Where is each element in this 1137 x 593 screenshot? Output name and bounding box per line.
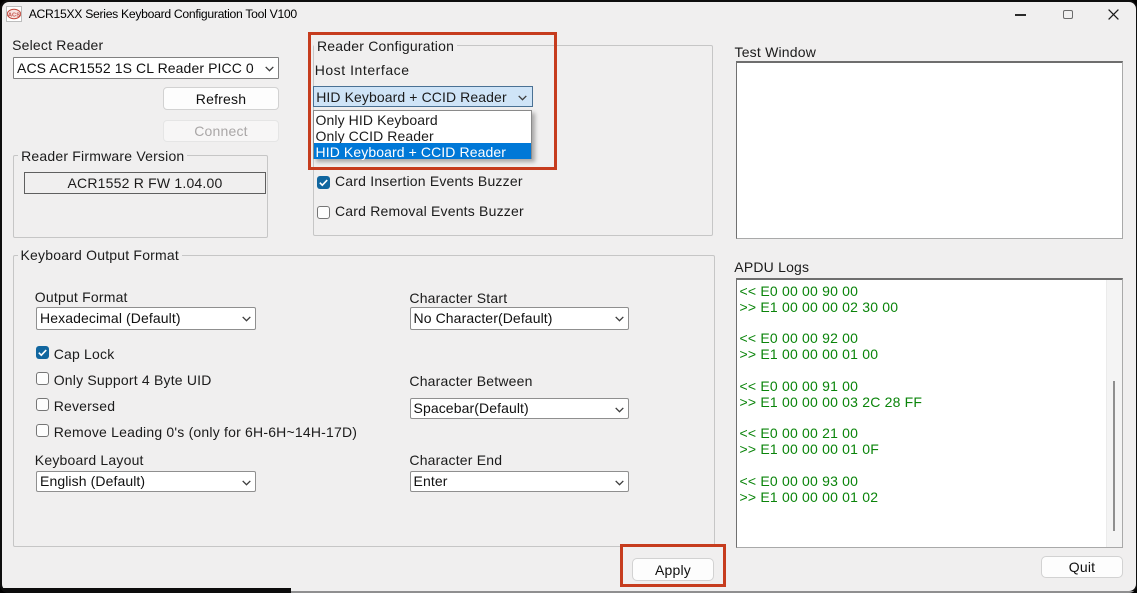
svg-text:ACS: ACS <box>8 12 20 18</box>
